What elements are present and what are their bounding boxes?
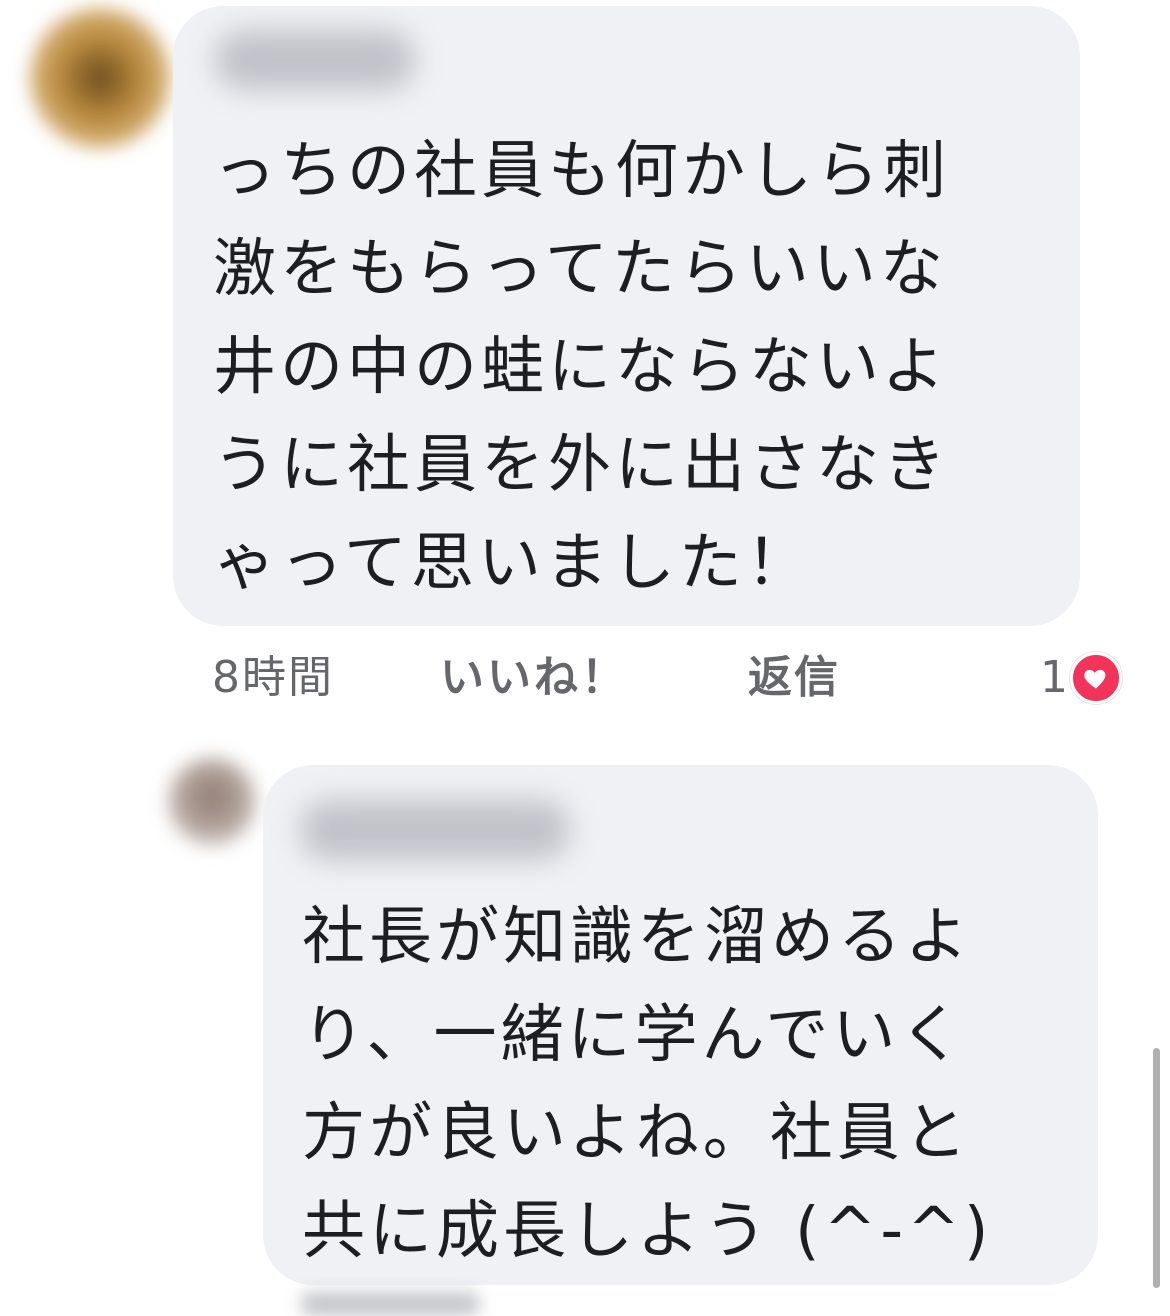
like-button[interactable]: いいね！ bbox=[440, 648, 628, 708]
comment-line: っちの社員も何かしら刺 bbox=[213, 134, 950, 207]
comment-line: うに社員を外に出さなき bbox=[213, 428, 950, 501]
heart-icon-glyph bbox=[1084, 669, 1106, 689]
comment-text: っちの社員も何かしら刺 激をもらってたらいいな 井の中の蛙にならないよ うに社員… bbox=[213, 122, 950, 612]
reaction-summary[interactable]: 1 bbox=[1040, 648, 1122, 708]
reaction-count: 1 bbox=[1040, 652, 1068, 703]
author-name-redacted[interactable] bbox=[300, 800, 570, 860]
comment-text: 社長が知識を溜めるよ り、一緒に学んでいく 方が良いよね。社員と 共に成長しよう… bbox=[302, 888, 993, 1280]
heart-icon bbox=[1070, 652, 1122, 704]
comment-line: 井の中の蛙にならないよ bbox=[213, 330, 949, 403]
comment-line: 激をもらってたらいいな bbox=[213, 232, 947, 305]
comment-timestamp[interactable]: 8時間 bbox=[212, 648, 334, 708]
avatar[interactable] bbox=[30, 8, 170, 148]
reply-button[interactable]: 返信 bbox=[748, 648, 840, 708]
avatar[interactable] bbox=[168, 758, 256, 846]
comment-line: 共に成長しよう (^-^) bbox=[302, 1194, 993, 1267]
comment-line: 方が良いよね。社員と bbox=[302, 1096, 971, 1169]
comment-line: り、一緒に学んでいく bbox=[302, 998, 967, 1071]
author-name-redacted[interactable] bbox=[215, 30, 415, 90]
comment-line: 社長が知識を溜めるよ bbox=[302, 900, 972, 973]
comment-line: ゃって思いました！ bbox=[213, 526, 813, 599]
next-meta-row-redacted bbox=[300, 1292, 480, 1316]
scrollbar[interactable] bbox=[1153, 1048, 1160, 1288]
